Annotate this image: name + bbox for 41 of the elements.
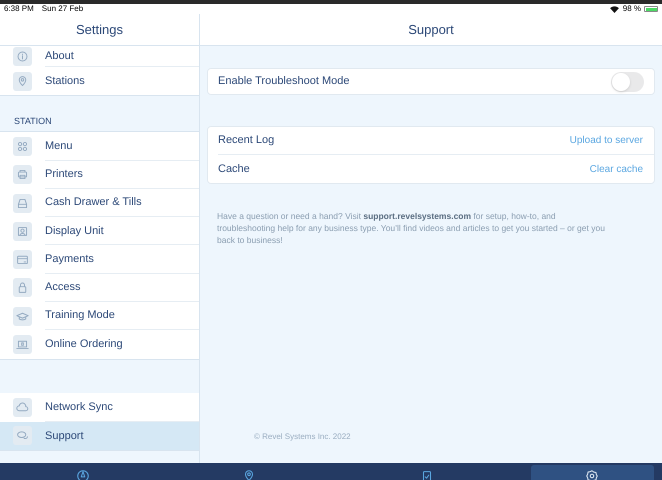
copyright-text: © Revel Systems Inc. 2022 [254, 432, 351, 441]
padlock-icon [16, 281, 29, 294]
page-title: Support [408, 20, 454, 39]
compass-icon [76, 469, 90, 480]
battery-percent: 98 % [622, 3, 641, 15]
printer-icon [16, 168, 29, 182]
item-label: Stations [45, 74, 85, 89]
item-label: Online Ordering [45, 337, 123, 352]
location-pin-icon [16, 74, 29, 88]
person-screen-icon [16, 224, 29, 238]
settings-icon [585, 469, 599, 480]
info-icon [16, 50, 29, 63]
status-date: Sun 27 Feb [42, 3, 84, 15]
item-label: Access [45, 280, 80, 296]
tab-button[interactable] [530, 465, 654, 480]
battery-icon [644, 6, 658, 12]
item-label: Menu [45, 138, 73, 154]
item-label: Cash Drawer & Tills [45, 195, 142, 210]
toggle-label: Enable Troubleshoot Mode [218, 74, 350, 90]
wifi-icon [610, 6, 619, 12]
help-text: Have a question or need a hand? Visit support.revelsystems.com for setup, how-to, and troubleshooting help for any business type. You’ll find videos and articles to get you started – or get you back to business! [217, 210, 606, 246]
row-label: Cache [218, 162, 251, 177]
item-label: Payments [45, 252, 94, 267]
location-pin-icon [242, 469, 256, 480]
status-time: 6:38 PM [4, 3, 34, 15]
item-label: About [45, 48, 74, 64]
grid-icon [16, 140, 29, 153]
sidebar-title: Settings [76, 20, 123, 39]
section-header: STATION [14, 115, 52, 128]
clipboard-check-icon [420, 469, 434, 480]
toggle-switch[interactable] [611, 72, 644, 92]
card-icon [16, 253, 29, 266]
item-label: Support [45, 428, 84, 444]
item-label: Display Unit [45, 224, 104, 239]
item-label: Network Sync [45, 400, 113, 415]
row-label: Recent Log [218, 133, 276, 148]
drawer-icon [16, 196, 29, 210]
sidebar-item[interactable]: Support [0, 422, 199, 450]
item-label: Printers [45, 166, 83, 182]
laptop-icon [16, 338, 29, 352]
item-label: Training Mode [45, 308, 115, 324]
